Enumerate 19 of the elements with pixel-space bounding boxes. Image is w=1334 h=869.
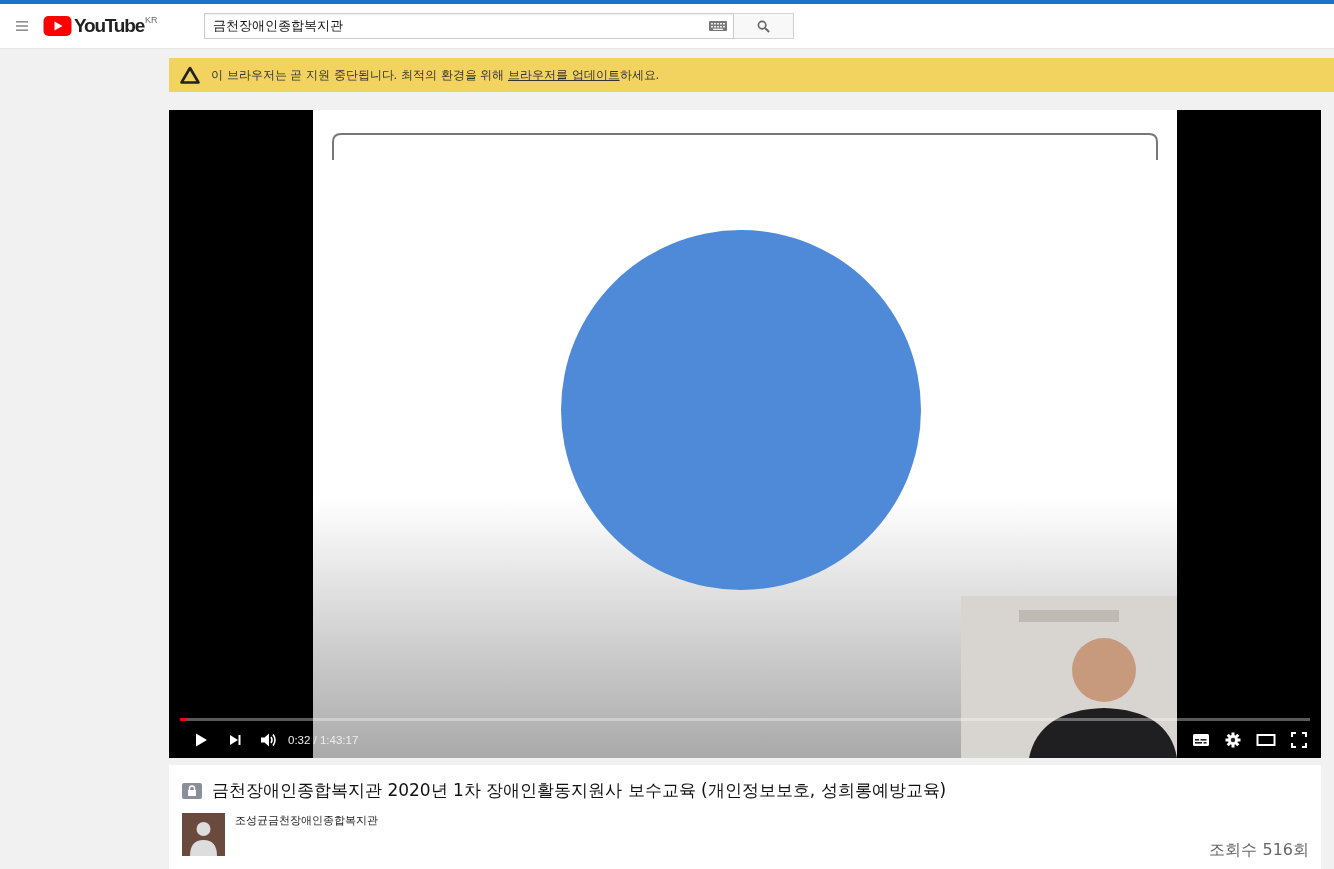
search-field[interactable]: 금천장애인종합복지관 (203, 13, 734, 39)
menu-icon[interactable] (16, 21, 28, 31)
search-icon (756, 19, 770, 33)
theater-mode-icon[interactable] (1256, 731, 1276, 748)
video-title: 금천장애인종합복지관 2020년 1차 장애인활동지원사 보수교육 (개인정보보호, 성희롱예방교육) (212, 779, 947, 802)
fullscreen-icon[interactable] (1290, 731, 1308, 748)
warning-icon (180, 66, 200, 84)
time-display: 0:32 / 1:43:17 (288, 733, 359, 746)
search-button[interactable] (733, 13, 794, 39)
update-link[interactable]: 브라우저를 업데이트 (507, 67, 620, 82)
keyboard-icon[interactable] (708, 21, 727, 31)
avatar-icon[interactable] (182, 813, 225, 856)
view-count: 조회수 516회 (1209, 840, 1309, 861)
progress-bar[interactable] (180, 718, 1310, 721)
settings-icon[interactable] (1224, 731, 1242, 748)
warning-message: 이 브라우저는 곧 지원 중단됩니다. 최적의 환경을 위해 브라우저를 업데이트하세요. (211, 67, 660, 83)
lock-icon (182, 782, 202, 799)
volume-icon[interactable] (260, 731, 278, 748)
channel-name[interactable]: 조성균금천장애인종합복지관 (235, 813, 378, 828)
